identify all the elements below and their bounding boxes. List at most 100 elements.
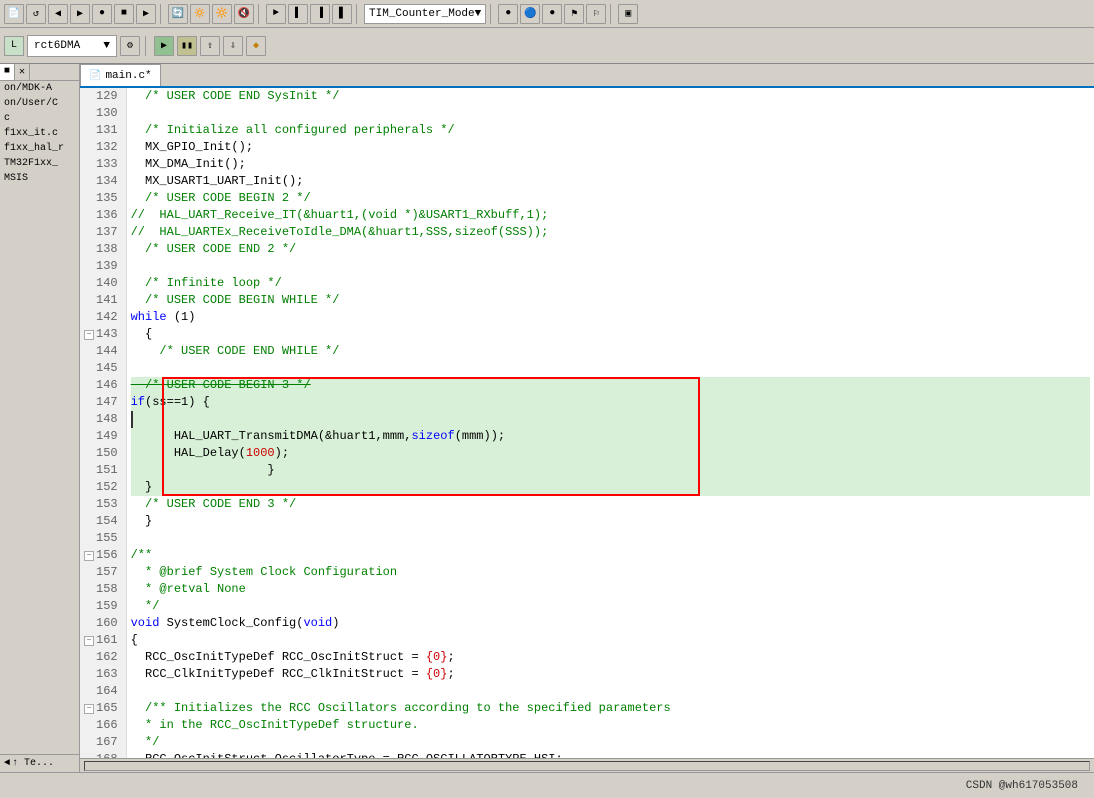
- sidebar-item-4[interactable]: f1xx_it.c: [0, 126, 79, 141]
- sidebar-item-7[interactable]: MSIS: [0, 171, 79, 186]
- line-number-156: −156: [84, 547, 122, 564]
- toolbar-btn-15[interactable]: ▋: [332, 4, 352, 24]
- code-line-149[interactable]: HAL_UART_TransmitDMA(&huart1,mmm,sizeof(…: [131, 428, 1090, 445]
- toolbar-btn-17[interactable]: 🔵: [520, 4, 540, 24]
- toolbar-btn-1[interactable]: 📄: [4, 4, 24, 24]
- sidebar-tab-pin[interactable]: ■: [0, 64, 15, 80]
- code-line-139[interactable]: [131, 258, 1090, 275]
- code-lines[interactable]: /* USER CODE END SysInit */ /* Initializ…: [127, 88, 1094, 758]
- line-number-150: 150: [84, 445, 122, 462]
- sidebar-scroll-left[interactable]: ◄: [4, 758, 10, 769]
- code-line-163[interactable]: RCC_ClkInitTypeDef RCC_ClkInitStruct = {…: [131, 666, 1090, 683]
- toolbar-btn-3[interactable]: ◀: [48, 4, 68, 24]
- code-line-162[interactable]: RCC_OscInitTypeDef RCC_OscInitStruct = {…: [131, 649, 1090, 666]
- counter-mode-dropdown[interactable]: TIM_Counter_Mode ▼: [364, 4, 486, 24]
- code-line-151[interactable]: }: [131, 462, 1090, 479]
- fold-btn-161[interactable]: −: [84, 636, 94, 646]
- toolbar-btn-5[interactable]: ●: [92, 4, 112, 24]
- sidebar-tab-close[interactable]: ✕: [15, 64, 30, 80]
- toolbar-btn-13[interactable]: ▌: [288, 4, 308, 24]
- code-line-134[interactable]: MX_USART1_UART_Init();: [131, 173, 1090, 190]
- code-line-136[interactable]: // HAL_UART_Receive_IT(&huart1,(void *)&…: [131, 207, 1090, 224]
- code-line-141[interactable]: /* USER CODE BEGIN WHILE */: [131, 292, 1090, 309]
- file-tab-main[interactable]: 📄 main.c*: [80, 64, 161, 86]
- settings-btn[interactable]: ⚙: [120, 36, 140, 56]
- toolbar-btn-10[interactable]: 🔆: [212, 4, 232, 24]
- toolbar-btn-2[interactable]: ↺: [26, 4, 46, 24]
- code-line-145[interactable]: [131, 360, 1090, 377]
- sidebar-item-1[interactable]: on/MDK-A: [0, 81, 79, 96]
- code-line-140[interactable]: /* Infinite loop */: [131, 275, 1090, 292]
- toolbar-btn-16[interactable]: ●: [498, 4, 518, 24]
- arrow-up-btn[interactable]: ⇧: [200, 36, 220, 56]
- code-line-133[interactable]: MX_DMA_Init();: [131, 156, 1090, 173]
- code-line-155[interactable]: [131, 530, 1090, 547]
- code-line-146[interactable]: /* USER CODE BEGIN 3 */: [131, 377, 1090, 394]
- code-line-131[interactable]: /* Initialize all configured peripherals…: [131, 122, 1090, 139]
- code-line-166[interactable]: * in the RCC_OscInitTypeDef structure.: [131, 717, 1090, 734]
- counter-mode-label: TIM_Counter_Mode: [369, 8, 475, 20]
- code-line-132[interactable]: MX_GPIO_Init();: [131, 139, 1090, 156]
- sidebar-tab-bar: ■ ✕: [0, 64, 79, 81]
- toolbar-btn-19[interactable]: ⚑: [564, 4, 584, 24]
- code-line-160[interactable]: void SystemClock_Config(void): [131, 615, 1090, 632]
- code-line-135[interactable]: /* USER CODE BEGIN 2 */: [131, 190, 1090, 207]
- toolbar-btn-6[interactable]: ■: [114, 4, 134, 24]
- code-line-164[interactable]: [131, 683, 1090, 700]
- code-line-150[interactable]: HAL_Delay(1000);: [131, 445, 1090, 462]
- toolbar-btn-9[interactable]: 🔅: [190, 4, 210, 24]
- code-line-153[interactable]: /* USER CODE END 3 */: [131, 496, 1090, 513]
- toolbar-btn-7[interactable]: ▶: [136, 4, 156, 24]
- code-line-142[interactable]: while (1): [131, 309, 1090, 326]
- code-line-154[interactable]: }: [131, 513, 1090, 530]
- toolbar-btn-18[interactable]: ●: [542, 4, 562, 24]
- code-line-159[interactable]: */: [131, 598, 1090, 615]
- sidebar-bottom-controls: ◄ ↑ Te...: [0, 754, 79, 772]
- code-line-143[interactable]: {: [131, 326, 1090, 343]
- line-number-151: 151: [84, 462, 122, 479]
- toolbar-btn-4[interactable]: ▶: [70, 4, 90, 24]
- code-line-158[interactable]: * @retval None: [131, 581, 1090, 598]
- code-line-168[interactable]: RCC_OscInitStruct.OscillatorType = RCC_O…: [131, 751, 1090, 758]
- fold-btn-143[interactable]: −: [84, 330, 94, 340]
- toolbar-btn-11[interactable]: 🔇: [234, 4, 254, 24]
- run-btn[interactable]: ▶: [154, 36, 174, 56]
- project-name-label[interactable]: rct6DMA ▼: [27, 35, 117, 57]
- code-line-129[interactable]: /* USER CODE END SysInit */: [131, 88, 1090, 105]
- bottom-scrollbar[interactable]: [80, 758, 1094, 772]
- code-line-157[interactable]: * @brief System Clock Configuration: [131, 564, 1090, 581]
- sidebar-item-3[interactable]: c: [0, 111, 79, 126]
- toolbar-btn-8[interactable]: 🔄: [168, 4, 188, 24]
- code-line-137[interactable]: // HAL_UARTEx_ReceiveToIdle_DMA(&huart1,…: [131, 224, 1090, 241]
- line-number-141: 141: [84, 292, 122, 309]
- code-line-138[interactable]: /* USER CODE END 2 */: [131, 241, 1090, 258]
- code-line-152[interactable]: }: [131, 479, 1090, 496]
- fold-btn-156[interactable]: −: [84, 551, 94, 561]
- code-line-148[interactable]: [131, 411, 1090, 428]
- line-number-165: −165: [84, 700, 122, 717]
- toolbar-btn-20[interactable]: ⚐: [586, 4, 606, 24]
- sidebar-item-5[interactable]: f1xx_hal_r: [0, 141, 79, 156]
- code-line-147[interactable]: if(ss==1) {: [131, 394, 1090, 411]
- toolbar-btn-21[interactable]: ▣: [618, 4, 638, 24]
- sep1: [160, 4, 164, 24]
- line-number-160: 160: [84, 615, 122, 632]
- code-editor[interactable]: 1291301311321331341351361371381391401411…: [80, 88, 1094, 758]
- editor-area: 📄 main.c* 129130131132133134135136137138…: [80, 64, 1094, 772]
- line-number-129: 129: [84, 88, 122, 105]
- main-toolbar: 📄 ↺ ◀ ▶ ● ■ ▶ 🔄 🔅 🔆 🔇 ► ▌ ▐ ▋ TIM_Counte…: [0, 0, 1094, 28]
- diamond-btn[interactable]: ◆: [246, 36, 266, 56]
- toolbar-btn-14[interactable]: ▐: [310, 4, 330, 24]
- code-line-156[interactable]: /**: [131, 547, 1090, 564]
- pause-btn[interactable]: ▮▮: [177, 36, 197, 56]
- code-line-130[interactable]: [131, 105, 1090, 122]
- code-line-161[interactable]: {: [131, 632, 1090, 649]
- toolbar-btn-12[interactable]: ►: [266, 4, 286, 24]
- code-line-144[interactable]: /* USER CODE END WHILE */: [131, 343, 1090, 360]
- sidebar-item-2[interactable]: on/User/C: [0, 96, 79, 111]
- code-line-167[interactable]: */: [131, 734, 1090, 751]
- fold-btn-165[interactable]: −: [84, 704, 94, 714]
- code-line-165[interactable]: /** Initializes the RCC Oscillators acco…: [131, 700, 1090, 717]
- arrow-down-btn[interactable]: ⇩: [223, 36, 243, 56]
- sidebar-item-6[interactable]: TM32F1xx_: [0, 156, 79, 171]
